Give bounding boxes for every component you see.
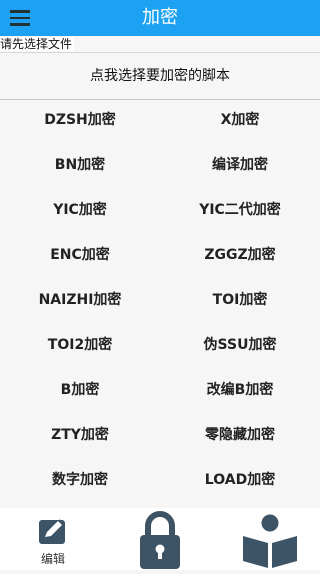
select-script-button[interactable]: 点我选择要加密的脚本: [0, 52, 320, 100]
tab-edit-label: 编辑: [40, 552, 65, 566]
encrypt-option-dzsh[interactable]: DZSH加密: [0, 98, 160, 143]
bottom-navigation: 编辑: [0, 508, 320, 570]
encrypt-option-zggz[interactable]: ZGGZ加密: [160, 233, 320, 278]
encrypt-option-modified-b[interactable]: 改编B加密: [160, 368, 320, 413]
encrypt-option-toi[interactable]: TOI加密: [160, 278, 320, 323]
file-status-text: 请先选择文件: [0, 37, 75, 51]
encrypt-option-fake-ssu[interactable]: 伪SSU加密: [160, 323, 320, 368]
encrypt-option-x[interactable]: X加密: [160, 98, 320, 143]
encrypt-option-zty[interactable]: ZTY加密: [0, 413, 160, 458]
tab-tutorial[interactable]: [240, 512, 300, 568]
encrypt-option-bn[interactable]: BN加密: [0, 143, 160, 188]
encrypt-option-b[interactable]: B加密: [0, 368, 160, 413]
encrypt-option-naizhi[interactable]: NAIZHI加密: [0, 278, 160, 323]
encrypt-option-load[interactable]: LOAD加密: [160, 458, 320, 503]
page-title: 加密: [142, 7, 178, 28]
encrypt-option-yic[interactable]: YIC加密: [0, 188, 160, 233]
encrypt-option-compile[interactable]: 编译加密: [160, 143, 320, 188]
app-bar: 加密: [0, 0, 320, 36]
encrypt-option-digit[interactable]: 数字加密: [0, 458, 160, 503]
encrypt-option-zero-hide[interactable]: 零隐藏加密: [160, 413, 320, 458]
book-reader-icon: [243, 514, 297, 568]
lock-icon: [140, 511, 180, 569]
encrypt-option-yic2[interactable]: YIC二代加密: [160, 188, 320, 233]
encrypt-option-toi2[interactable]: TOI2加密: [0, 323, 160, 368]
encrypt-options-grid: DZSH加密 X加密 BN加密 编译加密 YIC加密 YIC二代加密 ENC加密…: [0, 98, 320, 508]
encrypt-option-enc[interactable]: ENC加密: [0, 233, 160, 278]
edit-icon: [39, 519, 65, 544]
tab-encrypt[interactable]: [134, 510, 186, 570]
tab-edit[interactable]: 编辑: [25, 512, 81, 568]
